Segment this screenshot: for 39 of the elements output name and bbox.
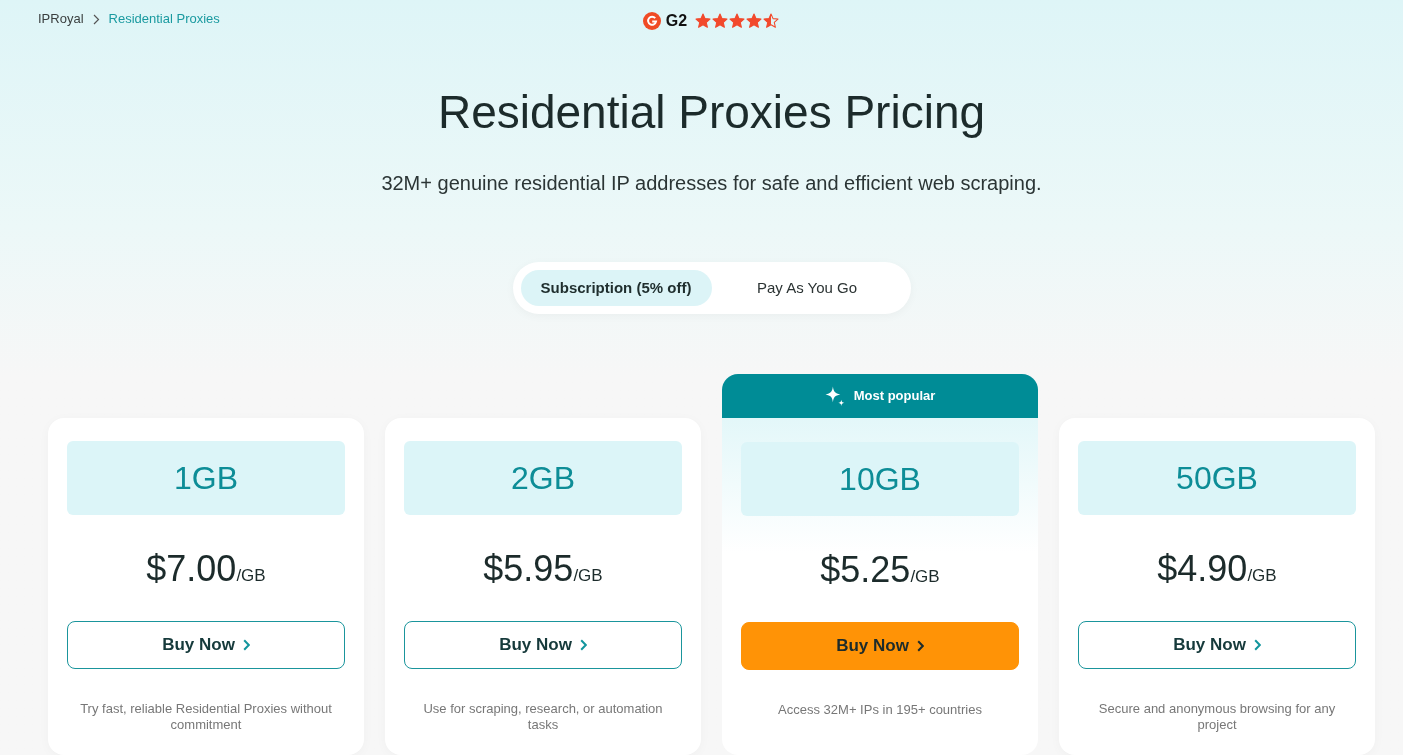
sparkle-icon: [824, 386, 845, 406]
star-icon: [729, 13, 746, 29]
plan-description: Try fast, reliable Residential Proxies without commitment: [79, 701, 333, 733]
plan-description: Access 32M+ IPs in 195+ countries: [777, 702, 983, 718]
g2-logo-icon: [642, 12, 661, 30]
plan-price: $7.00: [146, 547, 237, 591]
billing-tab[interactable]: Pay As You Go: [711, 270, 903, 306]
plan-price: $4.90: [1157, 547, 1248, 591]
popular-label: Most popular: [853, 388, 936, 404]
price-unit: /GB: [573, 566, 603, 587]
half-star-icon: [763, 13, 780, 29]
star-icon: [712, 13, 729, 29]
plan-price: $5.25: [820, 548, 911, 592]
chevron-right-icon: [1253, 639, 1261, 651]
plan-description: Use for scraping, research, or automation tasks: [422, 701, 664, 733]
star-icon: [695, 13, 712, 29]
chevron-right-icon: [916, 640, 924, 652]
plan-description: Secure and anonymous browsing for any project: [1097, 701, 1337, 733]
plan-size: 1GB: [67, 441, 345, 515]
price-unit: /GB: [1247, 566, 1277, 587]
buy-now-button[interactable]: Buy Now: [404, 621, 682, 669]
plan-size: 10GB: [741, 442, 1019, 516]
buy-now-button[interactable]: Buy Now: [1078, 621, 1356, 669]
plan-size: 2GB: [404, 441, 682, 515]
plan-price: $5.95: [483, 547, 574, 591]
chevron-right-icon: [242, 639, 250, 651]
breadcrumb-link[interactable]: IPRoyal: [38, 10, 84, 28]
star-icon: [746, 13, 763, 29]
buy-now-button[interactable]: Buy Now: [741, 622, 1019, 670]
price-unit: /GB: [910, 567, 940, 588]
chevron-right-icon: [92, 13, 100, 25]
page-subtitle: 32M+ genuine residential IP addresses for safe and efficient web scraping.: [381, 171, 1042, 196]
rating-brand: G2: [665, 12, 688, 30]
price-unit: /GB: [236, 566, 266, 587]
billing-tab[interactable]: Subscription (5% off): [520, 270, 712, 306]
chevron-right-icon: [579, 639, 587, 651]
page-title: Residential Proxies Pricing: [437, 85, 986, 140]
buy-now-button[interactable]: Buy Now: [67, 621, 345, 669]
plan-size: 50GB: [1078, 441, 1356, 515]
